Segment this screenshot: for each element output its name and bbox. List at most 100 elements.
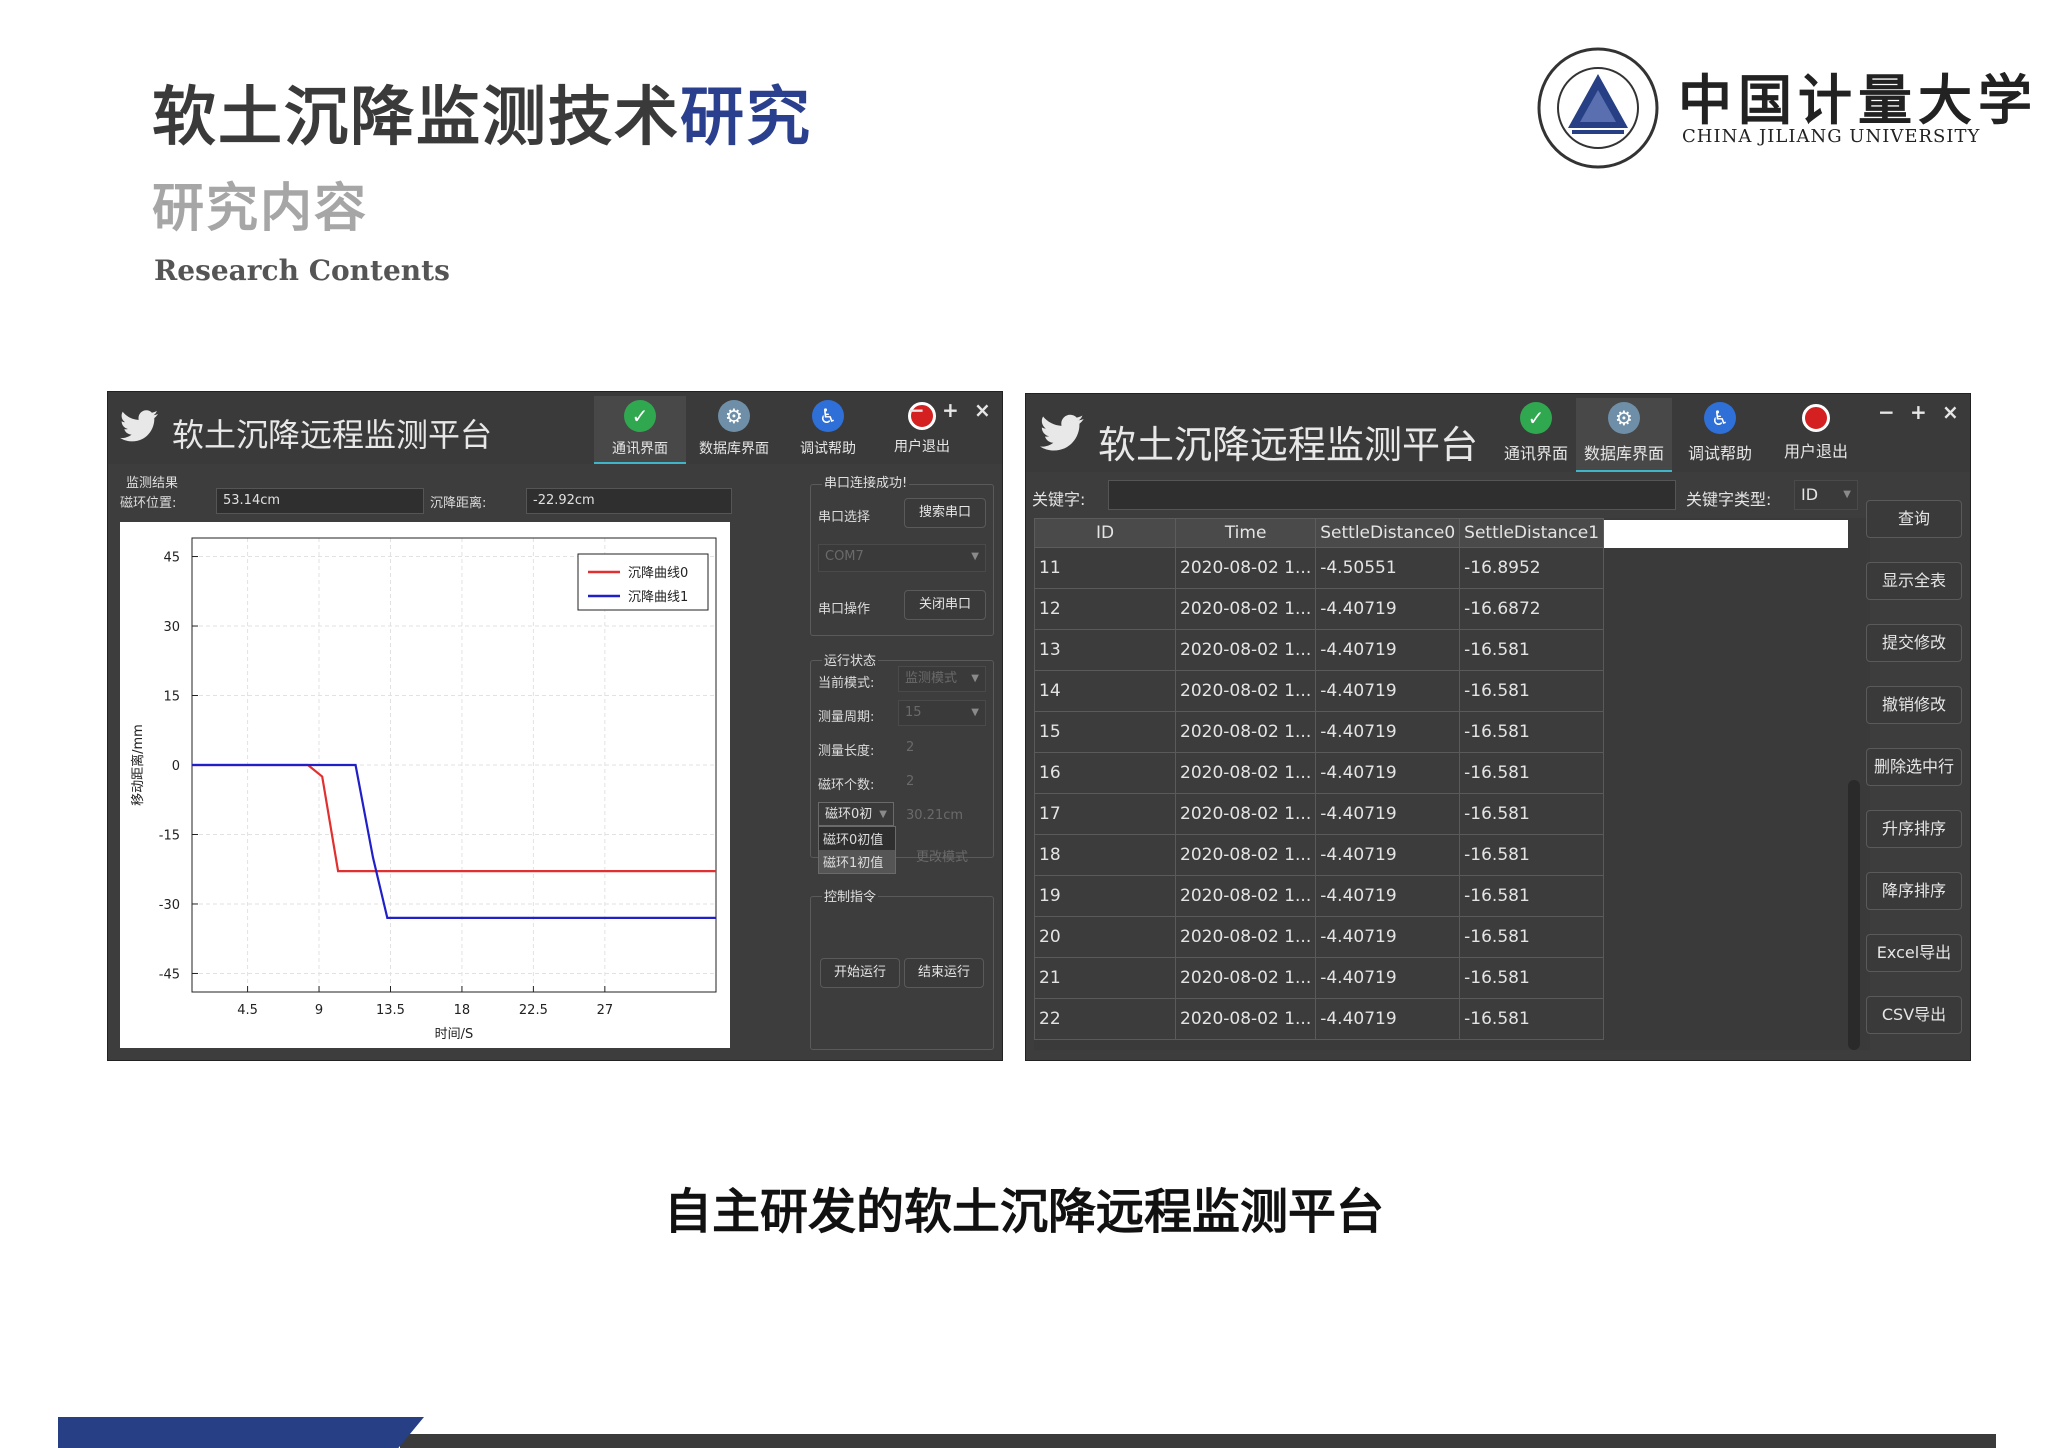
table-row[interactable]: 18 2020-08-02 1... -4.40719 -16.581 <box>1034 834 1605 876</box>
table-cell[interactable]: -4.40719 <box>1315 670 1461 712</box>
table-cell[interactable]: -4.40719 <box>1315 957 1461 999</box>
table-row[interactable]: 21 2020-08-02 1... -4.40719 -16.581 <box>1034 957 1605 999</box>
table-cell[interactable]: 2020-08-02 1... <box>1174 588 1317 630</box>
table-cell[interactable]: -4.40719 <box>1315 588 1461 630</box>
table-row[interactable]: 12 2020-08-02 1... -4.40719 -16.6872 <box>1034 588 1605 630</box>
maximize-button[interactable]: + <box>1910 400 1927 424</box>
delete-row-button[interactable]: 删除选中行 <box>1866 748 1962 786</box>
table-cell[interactable]: -16.581 <box>1459 670 1605 712</box>
table-cell[interactable]: 2020-08-02 1... <box>1174 670 1317 712</box>
show-all-button[interactable]: 显示全表 <box>1866 562 1962 600</box>
tab-user-exit[interactable]: 用户退出 <box>1768 398 1864 470</box>
table-cell[interactable]: 2020-08-02 1... <box>1174 834 1317 876</box>
table-cell[interactable]: 18 <box>1034 834 1176 876</box>
minimize-button[interactable]: − <box>908 398 925 422</box>
table-cell[interactable]: 13 <box>1034 629 1176 671</box>
table-cell[interactable]: -16.581 <box>1459 998 1605 1040</box>
column-header[interactable]: SettleDistance0 <box>1315 518 1461 548</box>
table-cell[interactable]: 17 <box>1034 793 1176 835</box>
minimize-button[interactable]: − <box>1878 400 1895 424</box>
table-cell[interactable]: -16.581 <box>1459 916 1605 958</box>
table-cell[interactable]: 11 <box>1034 547 1176 589</box>
tab-debug-help[interactable]: ♿ 调试帮助 <box>1672 398 1768 470</box>
scrollbar[interactable] <box>1848 780 1860 1050</box>
table-row[interactable]: 15 2020-08-02 1... -4.40719 -16.581 <box>1034 711 1605 753</box>
table-row[interactable]: 20 2020-08-02 1... -4.40719 -16.581 <box>1034 916 1605 958</box>
table-cell[interactable]: 2020-08-02 1... <box>1174 957 1317 999</box>
table-cell[interactable]: -4.40719 <box>1315 711 1461 753</box>
table-cell[interactable]: 19 <box>1034 875 1176 917</box>
tab-comm[interactable]: ✓ 通讯界面 <box>1488 398 1584 470</box>
column-header[interactable]: ID <box>1034 518 1176 548</box>
keyword-type-select[interactable]: ID ▼ <box>1794 480 1858 510</box>
mode-select[interactable]: 监测模式 ▼ <box>898 666 986 692</box>
table-cell[interactable]: -16.581 <box>1459 957 1605 999</box>
table-cell[interactable]: 2020-08-02 1... <box>1174 547 1317 589</box>
table-row[interactable]: 16 2020-08-02 1... -4.40719 -16.581 <box>1034 752 1605 794</box>
search-port-button[interactable]: 搜索串口 <box>904 498 986 528</box>
close-button[interactable]: × <box>1942 400 1959 424</box>
tab-comm[interactable]: ✓ 通讯界面 <box>594 396 686 464</box>
table-cell[interactable]: -16.581 <box>1459 629 1605 671</box>
table-cell[interactable]: -4.40719 <box>1315 752 1461 794</box>
tab-database[interactable]: ⚙ 数据库界面 <box>1576 398 1672 472</box>
query-button[interactable]: 查询 <box>1866 500 1962 538</box>
table-cell[interactable]: -4.40719 <box>1315 998 1461 1040</box>
table-cell[interactable]: 2020-08-02 1... <box>1174 998 1317 1040</box>
table-cell[interactable]: -16.581 <box>1459 793 1605 835</box>
table-cell[interactable]: -4.40719 <box>1315 834 1461 876</box>
table-row[interactable]: 14 2020-08-02 1... -4.40719 -16.581 <box>1034 670 1605 712</box>
table-cell[interactable]: 2020-08-02 1... <box>1174 711 1317 753</box>
column-header[interactable]: SettleDistance1 <box>1459 518 1605 548</box>
period-select[interactable]: 15 ▼ <box>898 700 986 726</box>
tab-debug-help[interactable]: ♿ 调试帮助 <box>782 396 874 462</box>
close-port-button[interactable]: 关闭串口 <box>904 590 986 620</box>
table-cell[interactable]: 15 <box>1034 711 1176 753</box>
undo-changes-button[interactable]: 撤销修改 <box>1866 686 1962 724</box>
close-button[interactable]: × <box>974 398 991 422</box>
table-cell[interactable]: -4.40719 <box>1315 629 1461 671</box>
start-run-button[interactable]: 开始运行 <box>820 958 900 988</box>
table-cell[interactable]: -16.8952 <box>1459 547 1605 589</box>
tab-database[interactable]: ⚙ 数据库界面 <box>688 396 780 462</box>
table-cell[interactable]: -16.581 <box>1459 711 1605 753</box>
table-cell[interactable]: 21 <box>1034 957 1176 999</box>
table-cell[interactable]: 2020-08-02 1... <box>1174 752 1317 794</box>
table-row[interactable]: 22 2020-08-02 1... -4.40719 -16.581 <box>1034 998 1605 1040</box>
ring-init-select[interactable]: 磁环0初 ▼ <box>818 802 894 826</box>
sort-asc-button[interactable]: 升序排序 <box>1866 810 1962 848</box>
table-cell[interactable]: -4.40719 <box>1315 916 1461 958</box>
excel-export-button[interactable]: Excel导出 <box>1866 934 1962 972</box>
table-cell[interactable]: -16.6872 <box>1459 588 1605 630</box>
table-cell[interactable]: 14 <box>1034 670 1176 712</box>
table-row[interactable]: 11 2020-08-02 1... -4.50551 -16.8952 <box>1034 547 1605 589</box>
stop-run-button[interactable]: 结束运行 <box>904 958 984 988</box>
table-cell[interactable]: -4.40719 <box>1315 875 1461 917</box>
port-select[interactable]: COM7 ▼ <box>818 544 986 572</box>
table-row[interactable]: 17 2020-08-02 1... -4.40719 -16.581 <box>1034 793 1605 835</box>
table-cell[interactable]: -16.581 <box>1459 875 1605 917</box>
table-cell[interactable]: 2020-08-02 1... <box>1174 629 1317 671</box>
table-row[interactable]: 19 2020-08-02 1... -4.40719 -16.581 <box>1034 875 1605 917</box>
table-cell[interactable]: -16.581 <box>1459 834 1605 876</box>
ring-init-option[interactable]: 磁环1初值 <box>819 850 895 873</box>
column-header[interactable]: Time <box>1174 518 1317 548</box>
keyword-input[interactable] <box>1108 480 1676 510</box>
maximize-button[interactable]: + <box>942 398 959 422</box>
change-mode-button[interactable]: 更改模式 <box>916 846 968 865</box>
table-cell[interactable]: 2020-08-02 1... <box>1174 875 1317 917</box>
ring-init-option[interactable]: 磁环0初值 <box>819 827 895 850</box>
table-cell[interactable]: 2020-08-02 1... <box>1174 916 1317 958</box>
csv-export-button[interactable]: CSV导出 <box>1866 996 1962 1034</box>
table-cell[interactable]: -4.50551 <box>1315 547 1461 589</box>
table-cell[interactable]: 22 <box>1034 998 1176 1040</box>
table-cell[interactable]: -4.40719 <box>1315 793 1461 835</box>
table-cell[interactable]: 2020-08-02 1... <box>1174 793 1317 835</box>
submit-changes-button[interactable]: 提交修改 <box>1866 624 1962 662</box>
table-cell[interactable]: 16 <box>1034 752 1176 794</box>
sort-desc-button[interactable]: 降序排序 <box>1866 872 1962 910</box>
table-cell[interactable]: 20 <box>1034 916 1176 958</box>
table-row[interactable]: 13 2020-08-02 1... -4.40719 -16.581 <box>1034 629 1605 671</box>
table-cell[interactable]: 12 <box>1034 588 1176 630</box>
table-cell[interactable]: -16.581 <box>1459 752 1605 794</box>
